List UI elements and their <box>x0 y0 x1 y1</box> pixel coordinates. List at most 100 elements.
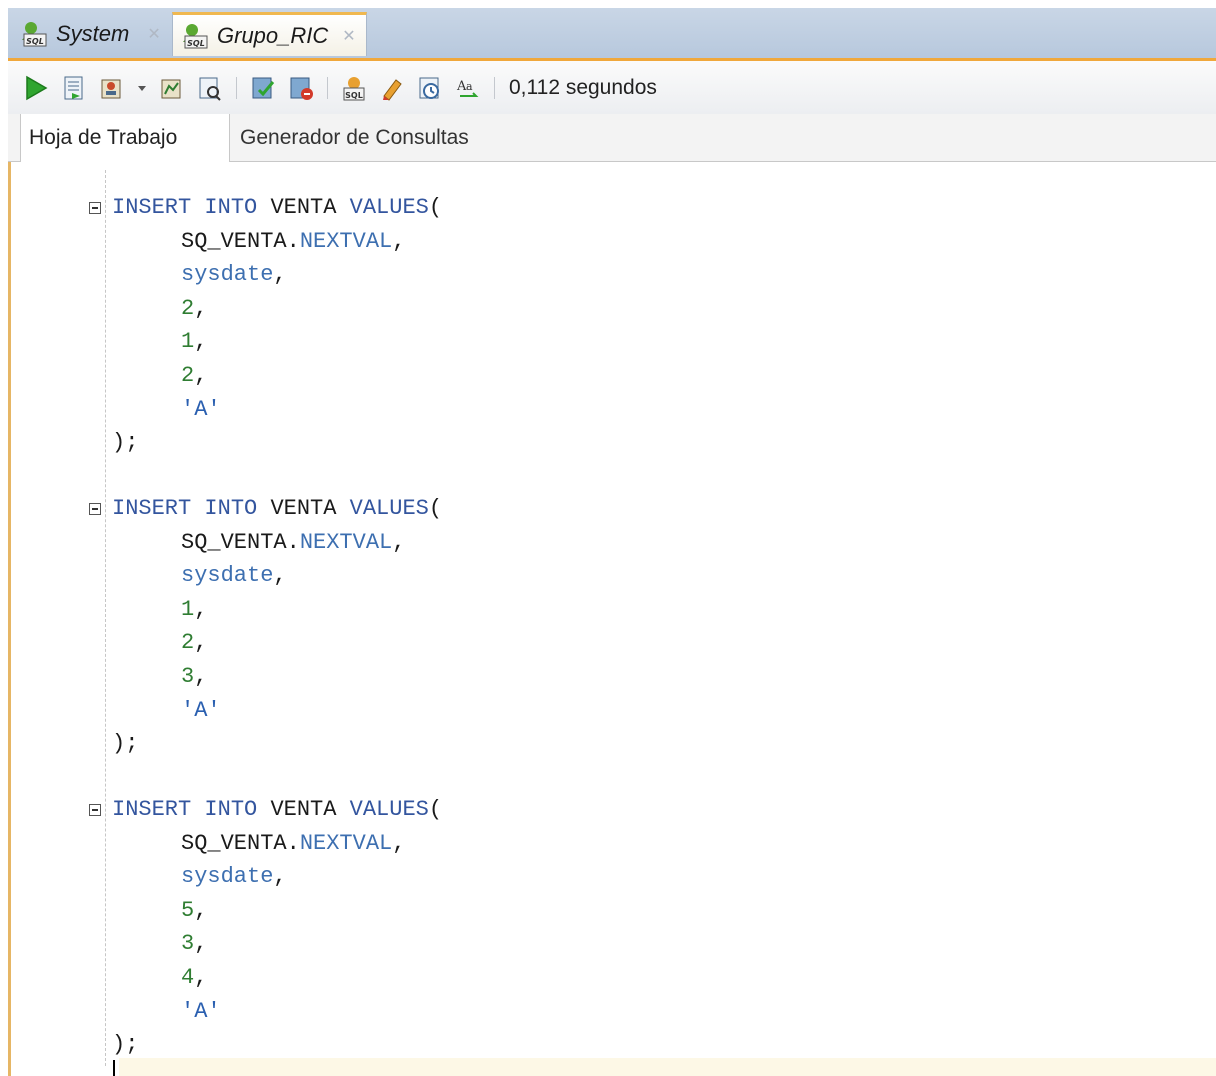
fold-toggle-icon[interactable] <box>89 202 101 214</box>
close-paren: ); <box>112 430 139 456</box>
value-line: 2, <box>181 626 207 660</box>
svg-text:a: a <box>466 80 473 93</box>
keyword-insert: INSERT <box>112 195 192 220</box>
execution-time-label: 0,112 segundos <box>509 75 657 99</box>
close-icon[interactable]: ✕ <box>147 24 160 44</box>
toolbar-separator <box>494 76 495 99</box>
keyword-into: INTO <box>204 496 258 521</box>
run-statement-icon[interactable] <box>20 72 52 104</box>
open-paren: ( <box>428 195 443 220</box>
sysdate: sysdate <box>181 262 274 288</box>
comma: , <box>194 295 208 321</box>
value-line: 2, <box>181 359 207 393</box>
keyword-values: VALUES <box>349 797 429 822</box>
numeric-value: 3 <box>181 664 195 689</box>
value-line: 3, <box>181 660 207 694</box>
value-line: 3, <box>181 927 207 961</box>
table-name: VENTA <box>270 496 337 521</box>
svg-text:SQL: SQL <box>26 37 44 46</box>
date-line: sysdate, <box>181 258 287 292</box>
autotrace-icon[interactable] <box>96 72 128 104</box>
comma: , <box>194 596 208 622</box>
commit-icon[interactable] <box>247 72 279 104</box>
unshared-sql-icon[interactable]: SQL <box>338 72 370 104</box>
statement-end-line: ); <box>112 1028 138 1062</box>
value-line: 5, <box>181 894 207 928</box>
comma: , <box>392 529 406 555</box>
sql-connection-icon: SQL <box>22 22 47 47</box>
comma: , <box>392 830 406 856</box>
string-value: 'A' <box>181 998 221 1024</box>
comma: , <box>273 262 287 288</box>
string-line: 'A' <box>181 995 221 1029</box>
tab-grupo-ric[interactable]: SQL Grupo_RIC ✕ <box>172 12 367 56</box>
sequence-name: SQ_VENTA. <box>181 228 300 254</box>
sql-connection-icon: SQL <box>183 23 208 48</box>
table-name: VENTA <box>270 195 337 220</box>
sql-history-icon[interactable] <box>414 72 446 104</box>
comma: , <box>194 931 208 957</box>
comma: , <box>194 329 208 355</box>
dropdown-arrow-icon[interactable] <box>134 72 150 104</box>
indent-guide <box>105 170 106 1066</box>
value-line: 1, <box>181 325 207 359</box>
rollback-icon[interactable] <box>285 72 317 104</box>
comma: , <box>194 363 208 388</box>
keyword-values: VALUES <box>349 496 429 521</box>
sequence-name: SQ_VENTA. <box>181 529 300 555</box>
numeric-value: 2 <box>181 630 195 656</box>
tab-query-builder[interactable]: Generador de Consultas <box>240 114 469 162</box>
nextval: NEXTVAL <box>299 228 393 254</box>
statement-end-line: ); <box>112 727 138 761</box>
clear-icon[interactable] <box>376 72 408 104</box>
string-line: 'A' <box>181 694 221 728</box>
sequence-line: SQ_VENTA.NEXTVAL, <box>181 827 405 861</box>
string-value: 'A' <box>181 697 221 723</box>
string-value: 'A' <box>181 396 221 422</box>
statement-end-line: ); <box>112 426 138 460</box>
svg-text:SQL: SQL <box>345 91 363 100</box>
worksheet-subtabs: Hoja de Trabajo Generador de Consultas <box>8 114 1216 162</box>
value-line: 2, <box>181 292 207 326</box>
comma: , <box>194 897 208 923</box>
numeric-value: 4 <box>181 965 195 990</box>
numeric-value: 2 <box>181 363 195 388</box>
comma: , <box>194 630 208 656</box>
svg-text:SQL: SQL <box>187 39 205 48</box>
date-line: sysdate, <box>181 860 287 894</box>
sequence-line: SQ_VENTA.NEXTVAL, <box>181 225 405 259</box>
numeric-value: 5 <box>181 897 195 923</box>
explain-plan-icon[interactable] <box>156 72 188 104</box>
numeric-value: 1 <box>181 596 195 622</box>
fold-toggle-icon[interactable] <box>89 804 101 816</box>
sysdate: sysdate <box>181 563 274 589</box>
numeric-value: 1 <box>181 329 195 355</box>
nextval: NEXTVAL <box>299 830 393 856</box>
toolbar-separator <box>236 76 237 99</box>
close-icon[interactable]: ✕ <box>342 26 355 46</box>
insert-statement-line: INSERT INTO VENTA VALUES( <box>112 191 442 225</box>
fold-toggle-icon[interactable] <box>89 503 101 515</box>
comma: , <box>273 563 287 589</box>
keyword-into: INTO <box>204 797 258 822</box>
tab-label: Grupo_RIC <box>217 22 329 48</box>
keyword-insert: INSERT <box>112 797 192 822</box>
run-script-icon[interactable] <box>58 72 90 104</box>
open-paren: ( <box>428 496 443 521</box>
value-line: 4, <box>181 961 207 995</box>
keyword-values: VALUES <box>349 195 429 220</box>
sequence-name: SQ_VENTA. <box>181 830 300 856</box>
format-case-icon[interactable]: Aa <box>452 72 484 104</box>
tab-worksheet[interactable]: Hoja de Trabajo <box>20 114 230 162</box>
nextval: NEXTVAL <box>299 529 393 555</box>
tab-system[interactable]: SQL System ✕ <box>20 12 172 56</box>
sql-editor[interactable]: INSERT INTO VENTA VALUES(SQ_VENTA.NEXTVA… <box>11 162 1216 1076</box>
comma: , <box>194 965 208 990</box>
sql-tuning-icon[interactable] <box>194 72 226 104</box>
